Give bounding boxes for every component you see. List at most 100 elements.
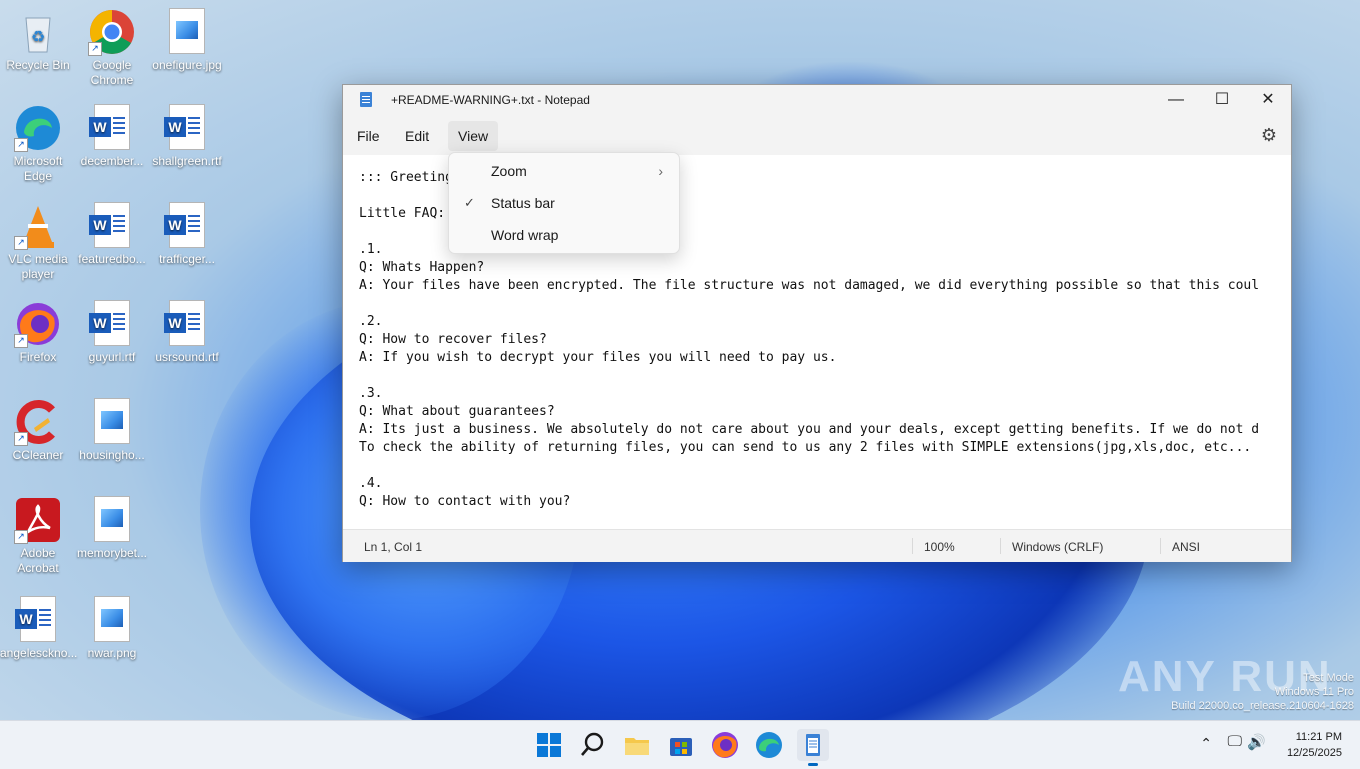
store-icon [670,738,692,756]
chrome-icon: ↗ [88,8,136,56]
desktop-icon-label: december... [80,154,144,168]
menu-view[interactable]: View [448,121,499,151]
desktop-icon-ccleaner[interactable]: ↗ CCleaner [0,398,76,463]
volume-icon[interactable]: 🔊 [1247,733,1266,751]
os-edition-label: Windows 11 Pro [1274,686,1354,698]
desktop-icon-label: Microsoft Edge [13,154,63,183]
desktop-icon-edge[interactable]: ↗ Microsoft Edge [0,104,76,184]
windows-logo-icon [537,733,561,757]
maximize-button[interactable]: ☐ [1199,85,1245,115]
shortcut-arrow-icon: ↗ [88,42,102,56]
menu-item-label: Word wrap [491,227,559,243]
ccleaner-icon: ↗ [14,398,62,446]
menu-bar: File Edit View ⚙ [343,115,1291,155]
line-ending: Windows (CRLF) [1012,540,1104,554]
minimize-button[interactable]: — [1153,85,1199,115]
cursor-position: Ln 1, Col 1 [364,540,423,554]
desktop-icon-recycle-bin[interactable]: ♻ Recycle Bin [0,8,76,73]
menu-item-label: Zoom [491,163,527,179]
chevron-up-icon[interactable]: ⌃ [1200,735,1212,752]
desktop-icon-label: shallgreen.rtf [152,154,222,168]
desktop-icon-label: Firefox [19,350,57,364]
chevron-right-icon: › [658,163,663,179]
clock[interactable]: 11:21 PM 12/25/2025 [1287,729,1342,761]
desktop-icon-trafficger[interactable]: W trafficger... [149,202,225,267]
desktop-icon-chrome[interactable]: ↗ Google Chrome [74,8,150,88]
desktop-icon-guyurl[interactable]: W guyurl.rtf [74,300,150,365]
minimize-icon: — [1168,91,1184,108]
firefox-icon: ↗ [14,300,62,348]
desktop-icon-label: housingho... [79,448,145,462]
desktop-icon-angelesckno[interactable]: W angelesckno... [0,596,78,661]
desktop-icon-vlc[interactable]: ↗ VLC media player [0,202,76,282]
status-bar: Ln 1, Col 1 100% Windows (CRLF) ANSI [343,529,1291,562]
edge-taskbar-button[interactable] [753,729,785,761]
menu-item-status-bar[interactable]: ✓ Status bar [449,187,679,219]
desktop-icon-label: trafficger... [159,252,215,266]
word-document-icon: W [88,104,136,152]
desktop-icon-december[interactable]: W december... [74,104,150,169]
desktop-icon-memorybet[interactable]: memorybet... [74,496,150,561]
status-divider [1160,538,1161,554]
status-divider [912,538,913,554]
menu-item-zoom[interactable]: Zoom › [449,155,679,187]
desktop-icon-usrsound[interactable]: W usrsound.rtf [149,300,225,365]
store-button[interactable] [665,729,697,761]
image-file-icon [88,496,136,544]
file-explorer-button[interactable] [621,729,653,761]
word-document-icon: W [163,300,211,348]
desktop-icon-label: VLC media player [8,252,68,281]
desktop-icon-label: featuredbo... [78,252,146,266]
image-file-icon [163,8,211,56]
search-icon [581,732,604,756]
settings-gear-icon[interactable]: ⚙ [1261,125,1277,146]
firefox-taskbar-button[interactable] [709,729,741,761]
firefox-icon [712,732,738,758]
shortcut-arrow-icon: ↗ [14,236,28,250]
desktop-icon-label: usrsound.rtf [155,350,219,364]
view-dropdown-menu: Zoom › ✓ Status bar Word wrap [448,152,680,254]
clock-time: 11:21 PM [1295,731,1342,743]
desktop-icon-label: guyurl.rtf [88,350,136,364]
word-document-icon: W [14,596,62,644]
desktop-icon-firefox[interactable]: ↗ Firefox [0,300,76,365]
test-mode-notice: Test Mode Windows 11 Pro Build 22000.co_… [1171,671,1354,713]
edge-icon [756,732,782,758]
word-document-icon: W [163,202,211,250]
search-button[interactable] [577,729,609,761]
clock-date: 12/25/2025 [1286,747,1342,759]
menu-file[interactable]: File [347,121,390,151]
start-button[interactable] [533,729,565,761]
vlc-cone-icon: ↗ [14,202,62,250]
notepad-icon [806,734,820,756]
folder-icon [625,738,649,755]
desktop-icon-label: Recycle Bin [6,58,70,72]
status-divider [1000,538,1001,554]
test-mode-label: Test Mode [1303,672,1354,684]
word-document-icon: W [88,202,136,250]
desktop-icon-label: angelesckno... [0,646,78,660]
shortcut-arrow-icon: ↗ [14,530,28,544]
recycle-bin-icon: ♻ [14,8,62,56]
desktop-icon-acrobat[interactable]: ↗ Adobe Acrobat [0,496,76,576]
image-file-icon [88,398,136,446]
desktop-icon-onefigure[interactable]: onefigure.jpg [149,8,225,73]
checkmark-icon: ✓ [464,195,475,210]
desktop-icon-label: CCleaner [12,448,64,462]
desktop-icon-housingho[interactable]: housingho... [74,398,150,463]
menu-item-word-wrap[interactable]: Word wrap [449,219,679,251]
desktop-icon-featuredbo[interactable]: W featuredbo... [74,202,150,267]
title-bar[interactable]: +README-WARNING+.txt - Notepad — ☐ ✕ [343,85,1291,115]
network-icon[interactable]: 🖵 [1228,733,1242,750]
desktop-icon-label: Google Chrome [90,58,134,87]
shortcut-arrow-icon: ↗ [14,334,28,348]
svg-text:♻: ♻ [31,29,45,46]
encoding: ANSI [1172,540,1201,554]
desktop-icon-shallgreen[interactable]: W shallgreen.rtf [149,104,225,169]
edge-icon: ↗ [14,104,62,152]
image-file-icon [88,596,136,644]
notepad-taskbar-button[interactable] [797,729,829,766]
menu-edit[interactable]: Edit [395,121,439,151]
desktop-icon-nwar[interactable]: nwar.png [74,596,150,661]
close-button[interactable]: ✕ [1245,85,1291,115]
